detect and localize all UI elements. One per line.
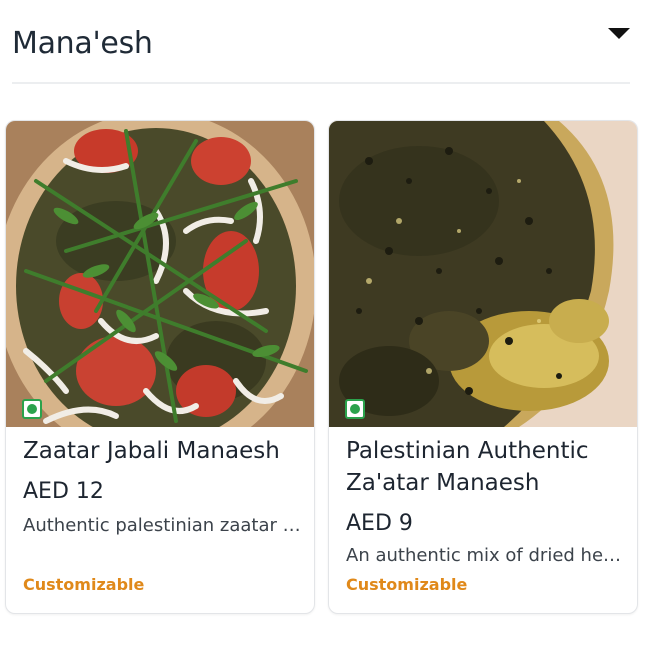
customizable-tag: Customizable bbox=[346, 575, 468, 594]
item-description: Authentic palestinian zaatar with tomato… bbox=[23, 515, 305, 536]
menu-section: Mana'esh Zaatar Jabali Manaesh AED 12 Au… bbox=[0, 0, 650, 663]
item-price: AED 9 bbox=[346, 511, 413, 536]
divider bbox=[12, 82, 630, 84]
section-title: Mana'esh bbox=[12, 26, 153, 61]
customizable-tag: Customizable bbox=[23, 575, 145, 594]
food-image bbox=[6, 121, 314, 427]
menu-item-card[interactable]: Palestinian Authentic Za'atar Manaesh AE… bbox=[328, 120, 638, 614]
item-description: An authentic mix of dried herbs, sesame … bbox=[346, 545, 628, 566]
caret-down-icon[interactable] bbox=[608, 28, 630, 39]
veg-indicator-icon bbox=[345, 399, 365, 419]
section-header[interactable]: Mana'esh bbox=[0, 0, 650, 84]
item-price: AED 12 bbox=[23, 479, 104, 504]
veg-indicator-icon bbox=[22, 399, 42, 419]
item-name: Zaatar Jabali Manaesh bbox=[23, 438, 280, 464]
item-name: Palestinian Authentic Za'atar Manaesh bbox=[346, 438, 589, 496]
menu-item-card[interactable]: Zaatar Jabali Manaesh AED 12 Authentic p… bbox=[5, 120, 315, 614]
food-image bbox=[329, 121, 637, 427]
